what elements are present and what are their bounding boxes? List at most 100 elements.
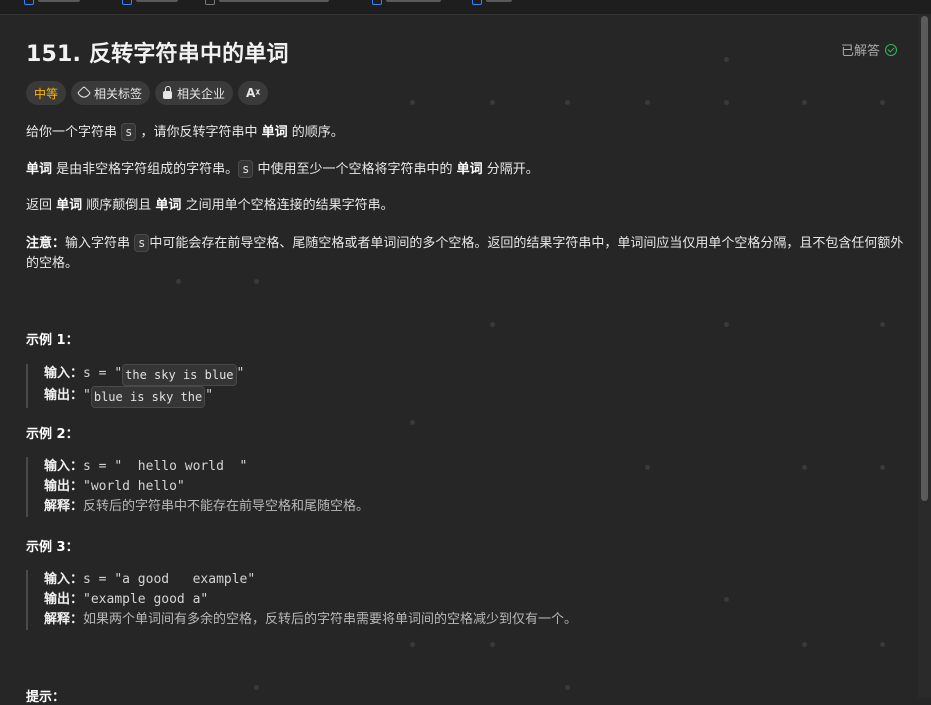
description-paragraph-3: 返回 单词 顺序颠倒且 单词 之间用单个空格连接的结果字符串。 [26,196,906,216]
background-dot [565,100,570,105]
explain-value: 反转后的字符串中不能存在前导空格和尾随空格。 [83,499,370,514]
bold-text: 注意： [26,236,66,251]
text: 中可能会存在前导空格、尾随空格或者单词间的多个空格。返回的结果字符串中，单词间应… [26,236,904,271]
output-label: 输出： [44,479,84,494]
description-icon [24,0,34,5]
text: 给你一个字符串 [26,125,122,140]
inline-code: s [134,234,150,252]
solved-label: 已解答 [841,44,881,59]
background-dot [645,100,650,105]
check-circle-icon [885,43,898,56]
output-value: "world hello" [83,479,185,494]
inline-code: s [121,123,137,141]
input-suffix: " [236,366,245,381]
inline-code: s [238,160,254,178]
explain-label: 解释： [44,612,84,627]
tab-solutions[interactable] [205,0,329,6]
related-tags-label: 相关标签 [94,86,143,101]
related-companies-button[interactable]: 相关企业 [155,81,234,105]
example-3-block: 输入： s = "a good example" 输出： "example good… [26,570,577,630]
tag-row: 中等 相关标签 相关企业 Aᵡ [26,81,269,105]
difficulty-label: 中等 [34,86,59,101]
example-2-title: 示例 2： [26,427,79,442]
lock-icon [163,85,173,99]
text: 是由非空格字符组成的字符串。 [52,162,239,177]
translate-button[interactable]: Aᵡ [238,81,269,105]
text: 分隔开。 [482,162,539,177]
translate-icon: Aᵡ [246,86,261,100]
tag-icon [76,85,92,101]
background-dot [254,279,259,284]
text: 顺序颠倒且 [82,198,156,213]
explain-value: 如果两个单词间有多余的空格，反转后的字符串需要将单词间的空格减少到仅有一个。 [83,612,578,627]
explain-label: 解释： [44,499,84,514]
background-dot [645,465,650,470]
input-code: the sky is blue [122,364,237,386]
text: 的顺序。 [287,125,344,140]
background-dot [254,685,259,690]
background-dot [490,100,495,105]
output-label: 输出： [44,592,84,607]
vertical-scrollbar[interactable] [918,14,931,698]
background-dot [802,465,807,470]
description-note: 注意：输入字符串 s 中可能会存在前导空格、尾随空格或者单词间的多个空格。返回的结… [26,233,906,274]
hints-title: 提示： [26,690,66,705]
output-prefix: " [83,388,91,403]
text: 中使用至少一个空格将字符串中的 [253,162,457,177]
background-dot [724,322,729,327]
tab-description[interactable] [24,0,80,6]
tab-notes[interactable] [472,0,512,6]
background-dot [410,642,415,647]
difficulty-badge: 中等 [26,81,67,105]
description-paragraph-1: 给你一个字符串 s ，请你反转字符串中 单词 的顺序。 [26,122,906,143]
notes-icon [472,0,482,5]
example-1-block: 输入： s = " the sky is blue " 输出： " blue is sky… [26,364,244,408]
background-dot [802,100,807,105]
text: 之间用单个空格连接的结果字符串。 [181,198,394,213]
input-value: s = " hello world " [83,459,248,474]
text: ，请你反转字符串中 [136,125,262,140]
bold-text: 单词 [26,162,53,177]
background-dot [410,420,415,425]
output-label: 输出： [44,388,84,403]
background-dot [410,100,415,105]
text: 输入字符串 [65,236,135,251]
background-dot [802,642,807,647]
input-prefix: s = " [83,366,123,381]
background-dot [880,465,885,470]
bold-text: 单词 [261,125,288,140]
background-dot [490,322,495,327]
top-tab-bar [0,0,931,15]
related-tags-button[interactable]: 相关标签 [71,81,151,105]
background-dot [724,597,729,602]
description-paragraph-2: 单词 是由非空格字符组成的字符串。 s 中使用至少一个空格将字符串中的 单词 分隔… [26,159,906,180]
editorial-icon [122,0,132,5]
solutions-icon [205,0,215,5]
tab-submissions[interactable] [372,0,441,6]
problem-title: 151. 反转字符串中的单词 [26,42,289,67]
solved-status: 已解答 [841,40,898,59]
background-dot [724,57,729,62]
text: 返回 [26,198,57,213]
bold-text: 单词 [56,198,83,213]
background-dot [880,642,885,647]
input-label: 输入： [44,572,84,587]
submissions-icon [372,0,382,5]
scrollbar-thumb[interactable] [921,16,928,501]
bold-text: 单词 [155,198,182,213]
output-code: blue is sky the [90,386,206,408]
background-dot [880,100,885,105]
example-1-title: 示例 1： [26,333,79,348]
output-suffix: " [205,388,214,403]
background-dot [176,279,181,284]
background-dot [724,100,729,105]
input-label: 输入： [44,366,84,381]
bold-text: 单词 [456,162,483,177]
tab-editorial[interactable] [122,0,178,6]
background-dot [880,322,885,327]
input-label: 输入： [44,459,84,474]
background-dot [490,642,495,647]
related-companies-label: 相关企业 [177,86,226,101]
example-2-block: 输入： s = " hello world " 输出： "world hello" … [26,457,369,517]
input-value: s = "a good example" [83,572,256,587]
